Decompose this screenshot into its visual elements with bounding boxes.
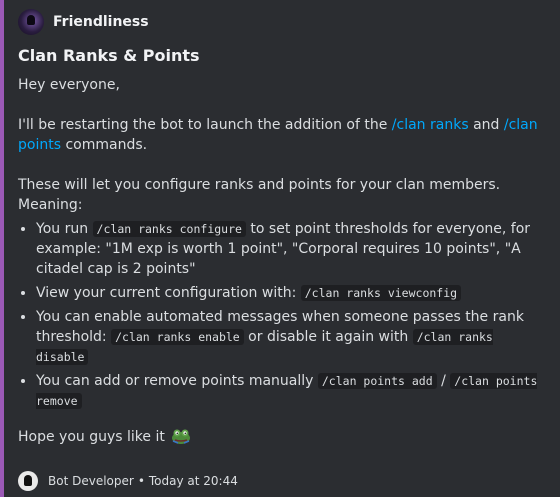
embed-footer: Bot Developer • Today at 20:44 — [18, 471, 238, 491]
clan-ranks-command-link[interactable]: /clan ranks — [392, 117, 469, 133]
list-item: View your current configuration with: /c… — [36, 283, 548, 303]
embed-author: Friendliness — [18, 8, 548, 36]
bullet-text: You can add or remove points manually — [36, 373, 318, 389]
bullet-text: or disable it again with — [243, 329, 413, 345]
footer-author: Bot Developer — [48, 474, 134, 488]
embed-description: Hey everyone, I'll be restarting the bot… — [18, 75, 548, 447]
embed-title: Clan Ranks & Points — [18, 46, 200, 65]
footer-timestamp: Today at 20:44 — [148, 474, 238, 488]
list-item: You can enable automated messages when s… — [36, 307, 548, 367]
announcement-text: I'll be restarting the bot to launch the… — [18, 115, 548, 155]
inline-code: /clan points add — [317, 373, 437, 389]
embed-card: Friendliness Clan Ranks & Points Hey eve… — [0, 0, 560, 497]
avatar-icon[interactable] — [18, 9, 44, 35]
footer-separator: • — [137, 474, 145, 488]
bot-developer-icon — [18, 471, 38, 491]
announce-suffix: commands. — [61, 137, 148, 153]
list-item: You can add or remove points manually /c… — [36, 371, 548, 411]
inline-code: /clan ranks viewconfig — [300, 285, 462, 301]
bullet-text: You run — [36, 221, 93, 237]
author-name[interactable]: Friendliness — [53, 14, 149, 30]
closing-text: Hope you guys like it — [18, 427, 548, 447]
intro-text: These will let you configure ranks and p… — [18, 177, 501, 193]
inline-code: /clan ranks enable — [111, 329, 244, 345]
separator-text: / — [436, 373, 451, 389]
footer-text: Bot Developer • Today at 20:44 — [48, 474, 238, 488]
frog-emoji-icon — [172, 429, 191, 444]
inline-code: /clan ranks configure — [92, 221, 246, 237]
bullet-text: View your current configuration with: — [36, 285, 301, 301]
greeting-text: Hey everyone, — [18, 77, 120, 93]
meaning-text: Meaning: — [18, 197, 83, 213]
and-text: and — [468, 117, 504, 133]
closing-label: Hope you guys like it — [18, 429, 165, 445]
bullet-list: You run /clan ranks configure to set poi… — [18, 219, 548, 411]
list-item: You run /clan ranks configure to set poi… — [36, 219, 548, 279]
announce-prefix: I'll be restarting the bot to launch the… — [18, 117, 392, 133]
